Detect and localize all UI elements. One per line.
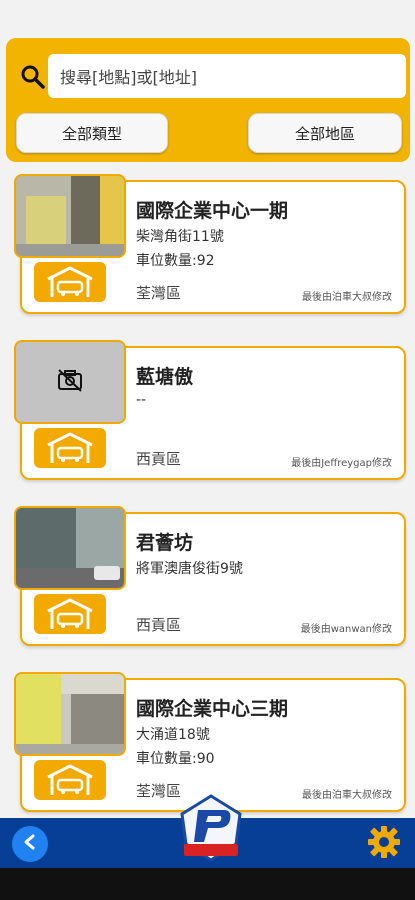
carpark-card[interactable]: 國際企業中心一期 柴灣角街11號 車位數量:92 荃灣區 最後由泊車大叔修改 (14, 174, 406, 314)
carpark-address: 柴灣角街11號 (136, 229, 224, 245)
search-panel: 搜尋[地點]或[地址] 全部類型 全部地區 (6, 38, 410, 162)
carpark-card[interactable]: 藍塘傲 -- 西貢區 最後由Jeffreygap修改 (14, 340, 406, 480)
chevron-left-icon (21, 833, 39, 855)
car-garage-icon (34, 760, 106, 800)
carpark-name: 國際企業中心一期 (136, 200, 289, 222)
carpark-address: 將軍澳唐俊街9號 (136, 561, 243, 577)
carpark-district: 荃灣區 (136, 782, 182, 800)
carpark-district: 西貢區 (136, 450, 182, 468)
carpark-address: 大涌道18號 (136, 727, 210, 743)
status-area (0, 0, 415, 38)
carpark-card[interactable]: 國際企業中心三期 大涌道18號 車位數量:90 荃灣區 最後由泊車大叔修改 (14, 672, 406, 812)
carpark-district: 荃灣區 (136, 284, 182, 302)
car-garage-icon (34, 262, 106, 302)
carpark-name: 國際企業中心三期 (136, 698, 289, 720)
last-editor: 最後由泊車大叔修改 (302, 292, 392, 303)
area-filter-button[interactable]: 全部地區 (248, 113, 402, 153)
search-input[interactable]: 搜尋[地點]或[地址] (48, 54, 406, 98)
car-garage-icon (34, 594, 106, 634)
back-button[interactable] (12, 826, 48, 862)
carpark-space-count: 車位數量:92 (136, 253, 215, 269)
carpark-photo (14, 174, 126, 258)
carpark-photo (14, 672, 126, 756)
last-editor: 最後由wanwan修改 (300, 624, 392, 635)
carpark-photo-placeholder (14, 340, 126, 424)
car-garage-icon (34, 428, 106, 468)
bottom-toolbar (0, 794, 415, 868)
last-editor: 最後由Jeffreygap修改 (291, 458, 392, 469)
carpark-address: -- (136, 392, 147, 408)
app-logo (178, 794, 244, 864)
gear-icon (367, 825, 401, 863)
search-icon[interactable] (20, 64, 46, 90)
type-filter-button[interactable]: 全部類型 (16, 113, 168, 153)
carpark-card[interactable]: 君薈坊 將軍澳唐俊街9號 西貢區 最後由wanwan修改 (14, 506, 406, 646)
carpark-name: 君薈坊 (136, 532, 194, 554)
camera-off-icon (56, 368, 84, 396)
carpark-photo (14, 506, 126, 590)
carpark-name: 藍塘傲 (136, 366, 194, 388)
carpark-space-count: 車位數量:90 (136, 751, 215, 767)
system-navigation-bar (0, 868, 415, 900)
carpark-district: 西貢區 (136, 616, 182, 634)
last-editor: 最後由泊車大叔修改 (302, 790, 392, 801)
settings-button[interactable] (365, 825, 403, 863)
